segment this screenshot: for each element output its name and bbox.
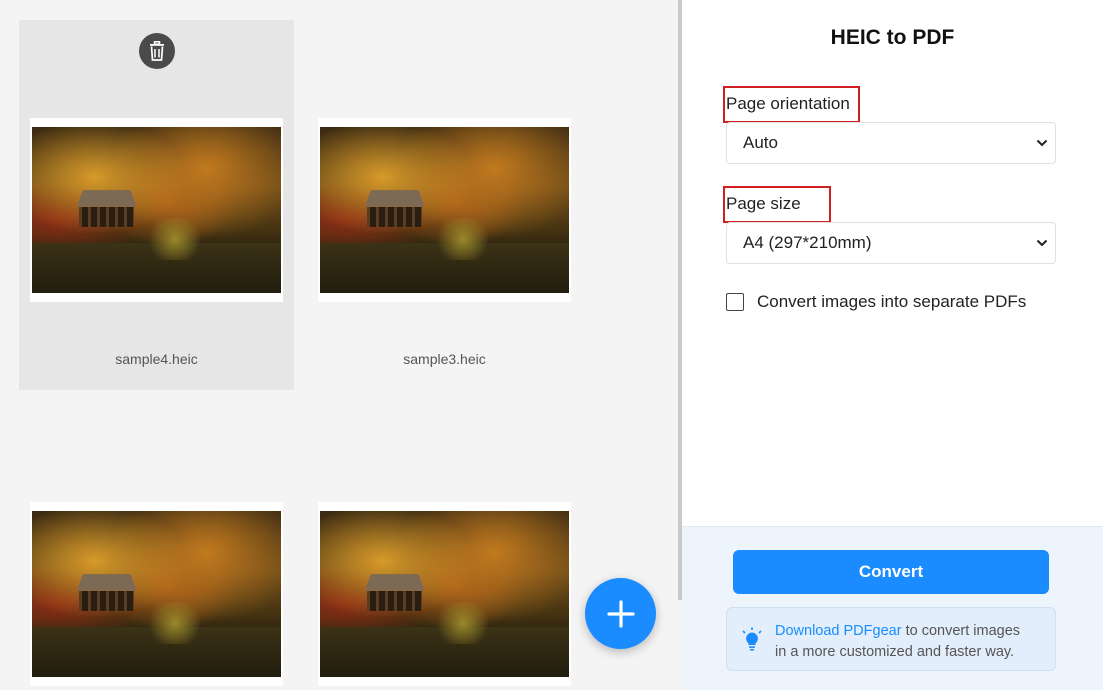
separate-pdfs-label: Convert images into separate PDFs: [757, 292, 1027, 311]
convert-button[interactable]: Convert: [733, 550, 1049, 594]
file-card-4[interactable]: [307, 402, 582, 690]
promo-text-line2: in a more customized and faster way.: [775, 644, 1015, 660]
page-orientation-value: Auto: [743, 133, 778, 152]
file-thumbnail: [318, 502, 571, 686]
lightbulb-icon: [741, 627, 762, 656]
panel-title: HEIC to PDF: [830, 26, 955, 49]
page-size-select[interactable]: A4 (297*210mm): [726, 222, 1056, 264]
file-card-sample4[interactable]: sample4.heic: [19, 20, 294, 390]
promo-text-line1: to convert images: [901, 623, 1021, 639]
settings-panel: HEIC to PDF Page orientation Auto Page s…: [682, 0, 1103, 690]
promo-tip: Download PDFgear to convert images in a …: [726, 607, 1056, 671]
autumn-photo-image: [320, 127, 569, 293]
plus-icon: [606, 599, 635, 628]
chevron-down-icon: [1029, 239, 1055, 247]
page-orientation-select[interactable]: Auto: [726, 122, 1056, 164]
file-grid: sample4.heic sample3.heic: [0, 0, 678, 690]
page-size-label: Page size: [726, 194, 801, 213]
autumn-photo-image: [320, 511, 569, 677]
download-pdfgear-link[interactable]: Download PDFgear: [775, 623, 902, 639]
trash-icon: [150, 41, 164, 61]
panel-footer: Convert Download PDFgear to convert imag…: [682, 526, 1103, 690]
add-files-button[interactable]: [585, 578, 656, 649]
file-thumbnail: [30, 118, 283, 302]
file-name: sample4.heic: [115, 351, 198, 367]
delete-file-button[interactable]: [139, 33, 175, 69]
separate-pdfs-checkbox[interactable]: [726, 293, 744, 311]
separate-pdfs-option[interactable]: Convert images into separate PDFs: [726, 292, 1026, 312]
file-name: sample3.heic: [403, 351, 486, 367]
page-orientation-label: Page orientation: [726, 94, 850, 113]
page-size-value: A4 (297*210mm): [743, 233, 872, 252]
file-thumbnail: [318, 118, 571, 302]
file-thumbnail: [30, 502, 283, 686]
chevron-down-icon: [1029, 139, 1055, 147]
autumn-photo-image: [32, 127, 281, 293]
file-card-3[interactable]: [19, 402, 294, 690]
autumn-photo-image: [32, 511, 281, 677]
file-card-sample3[interactable]: sample3.heic: [307, 20, 582, 390]
